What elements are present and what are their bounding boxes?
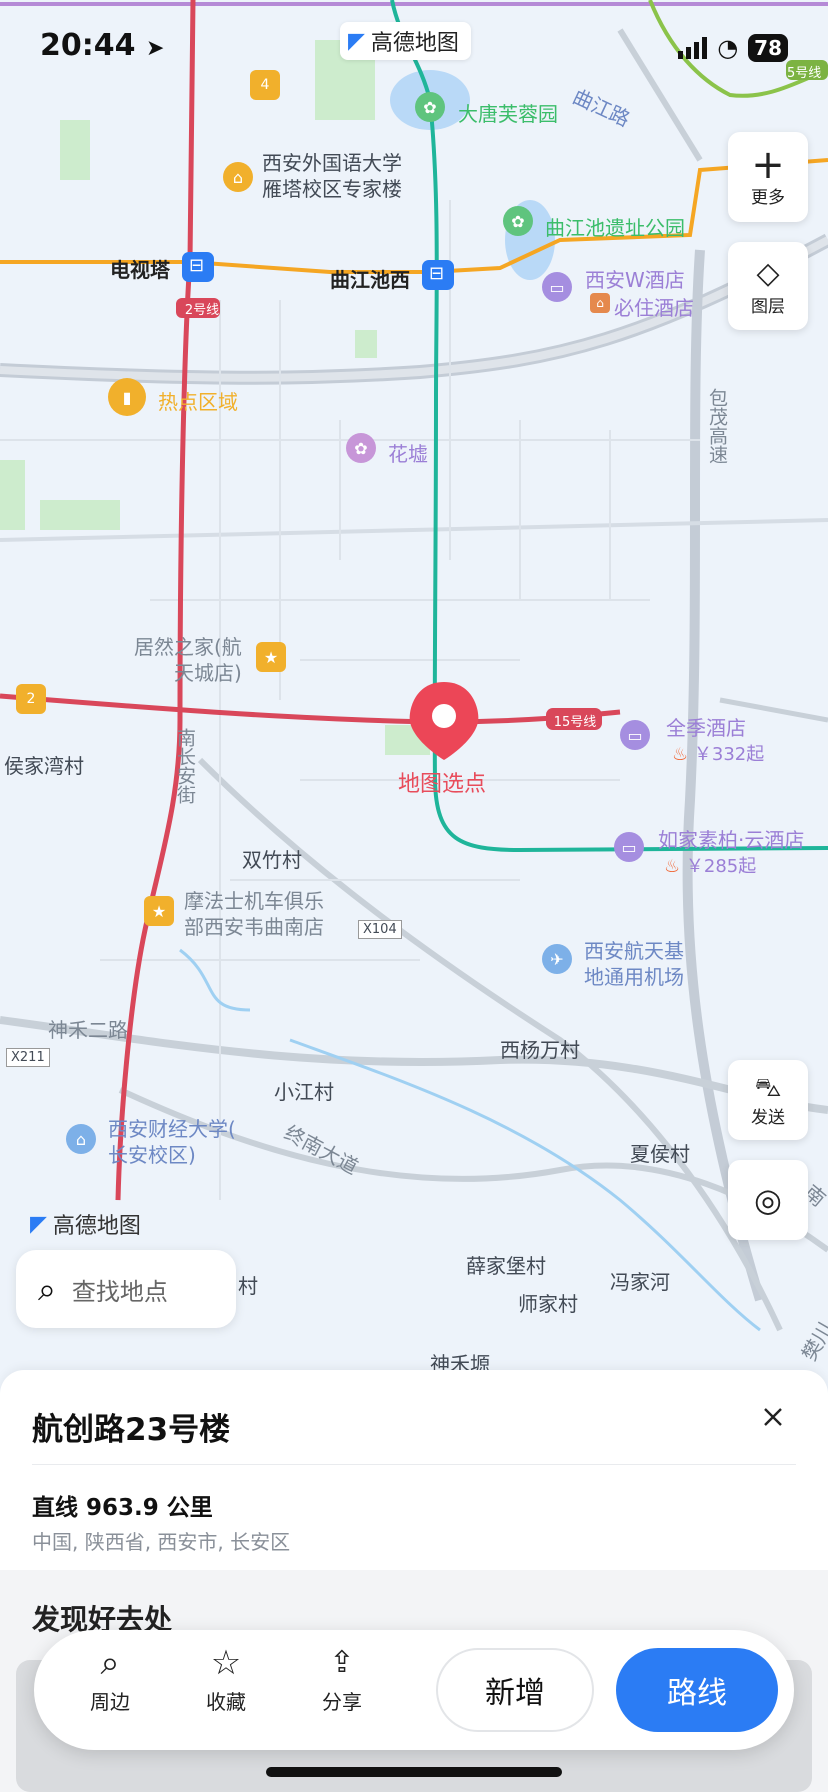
amap-watermark: ◤ 高德地图: [30, 1211, 141, 1240]
station-label[interactable]: 曲江池西: [330, 264, 410, 293]
place-label: 村: [238, 1274, 258, 1298]
road-label: 神禾二路: [48, 1018, 128, 1042]
status-icons: ◔ 78: [678, 34, 788, 62]
nearby-button[interactable]: ⌕ 周边: [70, 1644, 150, 1715]
status-time: 20:44 ➤: [40, 28, 165, 63]
shop-star-icon[interactable]: ★: [256, 642, 286, 672]
battery-icon: 78: [748, 34, 788, 62]
location-arrow-icon: ➤: [145, 36, 165, 61]
line2-badge: 2号线: [184, 303, 220, 318]
search-place-button[interactable]: ⌕ 查找地点: [16, 1250, 236, 1328]
more-button[interactable]: + 更多: [728, 132, 808, 222]
place-title: 航创路23号楼: [32, 1412, 231, 1448]
search-icon: ⌕: [100, 1643, 120, 1683]
amap-logo-text: 高德地图: [370, 31, 459, 56]
address-text: 中国, 陕西省, 西安市, 长安区: [32, 1530, 291, 1554]
star-icon: ☆: [210, 1643, 242, 1683]
metro-icon: ⊟: [189, 255, 205, 276]
poi-label[interactable]: 花墟: [388, 438, 428, 467]
poi-label[interactable]: 居然之家(航 天城店): [134, 634, 242, 686]
car-icon: ⛍: [754, 1072, 782, 1103]
star-rating-icon: 4: [250, 70, 280, 100]
plus-icon: +: [751, 141, 785, 188]
locate-button[interactable]: ◎: [728, 1160, 808, 1240]
poi-label[interactable]: 西安W酒店: [585, 264, 685, 293]
wifi-icon: ◔: [717, 34, 739, 62]
poi-label[interactable]: 摩法士机车俱乐 部西安韦曲南店: [184, 888, 324, 940]
line5-badge: 5号线: [787, 66, 822, 81]
place-label: 侯家湾村: [4, 754, 84, 778]
poi-label[interactable]: 全季酒店: [666, 712, 746, 741]
road-label: 包茂高速: [706, 388, 728, 464]
school-icon[interactable]: ⌂: [66, 1124, 96, 1154]
metro-icon: ⊟: [429, 263, 445, 284]
fire-icon: ♨: [672, 744, 689, 765]
poi-label[interactable]: 如家素柏·云酒店: [658, 824, 804, 853]
fire-icon: ♨: [664, 856, 681, 877]
road-label: 南长安街: [174, 728, 196, 804]
price-label: ♨ ￥332起: [672, 744, 765, 765]
layers-button[interactable]: ◇ 图层: [728, 242, 808, 330]
amap-logo-badge: ◤ 高德地图: [340, 22, 471, 60]
hotspot-icon[interactable]: ▮: [108, 378, 146, 416]
share-button[interactable]: ⇪ 分享: [302, 1644, 382, 1715]
favorite-button[interactable]: ☆ 收藏: [186, 1644, 266, 1715]
layers-icon: ◇: [756, 255, 780, 291]
amap-logo-icon: ◤: [348, 28, 365, 54]
search-icon: ⌕: [38, 1269, 56, 1308]
crosshair-icon: ◎: [754, 1181, 782, 1219]
send-to-car-button[interactable]: ⛍ 发送: [728, 1060, 808, 1140]
hotel-icon[interactable]: ⌂: [590, 293, 610, 313]
star-rating-icon: 2: [16, 684, 46, 714]
action-bar: ⌕ 周边 ☆ 收藏 ⇪ 分享 新增 路线: [34, 1630, 794, 1750]
hotel-icon[interactable]: ▭: [542, 272, 572, 302]
station-label[interactable]: 电视塔: [110, 254, 170, 283]
school-icon[interactable]: ⌂: [223, 162, 253, 192]
poi-label[interactable]: 曲江池遗址公园: [545, 212, 685, 241]
poi-label[interactable]: 西安财经大学( 长安校区): [108, 1116, 236, 1168]
road-shield: X211: [6, 1048, 50, 1067]
place-label: 双竹村: [242, 848, 302, 872]
line15-badge: 15号线: [553, 715, 597, 730]
price-label: ♨ ￥285起: [664, 856, 757, 877]
distance-text: 直线 963.9 公里: [32, 1495, 213, 1521]
airport-icon[interactable]: ✈: [542, 944, 572, 974]
poi-label[interactable]: 必住酒店: [614, 292, 694, 321]
amap-logo-icon: ◤: [30, 1211, 47, 1237]
route-button[interactable]: 路线: [616, 1648, 778, 1732]
shop-star-icon[interactable]: ★: [144, 896, 174, 926]
road-shield: X104: [358, 920, 402, 939]
place-label: 神禾塬: [430, 1352, 490, 1370]
place-label: 小江村: [274, 1080, 334, 1104]
place-label: 冯家河: [610, 1270, 670, 1294]
poi-label[interactable]: 西安航天基 地通用机场: [584, 938, 684, 990]
share-icon: ⇪: [329, 1645, 355, 1680]
map-canvas[interactable]: 2号线 15号线 5号线 ⊟ ⊟ 20:44 ➤ ◔ 78 ◤ 高德地图 ✿ ✿…: [0, 0, 828, 1370]
close-icon[interactable]: [758, 1402, 788, 1432]
hotel-icon[interactable]: ▭: [614, 832, 644, 862]
divider: [32, 1464, 796, 1465]
add-button[interactable]: 新增: [436, 1648, 594, 1732]
place-label: 师家村: [518, 1292, 578, 1316]
selected-point-label: 地图选点: [398, 772, 487, 797]
poi-label[interactable]: 大唐芙蓉园: [458, 98, 558, 127]
home-indicator: [266, 1767, 562, 1777]
hotel-icon[interactable]: ▭: [620, 720, 650, 750]
park-icon[interactable]: ✿: [415, 92, 445, 122]
park-icon[interactable]: ✿: [503, 206, 533, 236]
flower-market-icon[interactable]: ✿: [346, 433, 376, 463]
place-label: 薛家堡村: [466, 1254, 546, 1278]
poi-label[interactable]: 西安外国语大学 雁塔校区专家楼: [262, 150, 402, 202]
signal-icon: [678, 37, 708, 59]
place-label: 夏侯村: [630, 1142, 690, 1166]
hotspot-label[interactable]: 热点区域: [158, 386, 238, 415]
place-label: 西杨万村: [500, 1038, 580, 1062]
